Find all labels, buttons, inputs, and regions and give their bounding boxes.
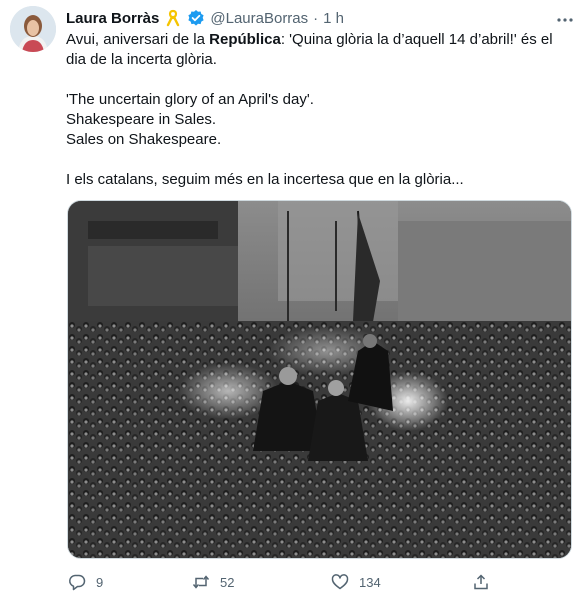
quote-line-2: Shakespeare in Sales. xyxy=(66,111,217,128)
retweet-icon xyxy=(192,575,210,589)
text-segment: Avui, aniversari de la xyxy=(66,31,210,48)
author-name[interactable]: Laura Borràs xyxy=(66,10,159,27)
tweet[interactable]: Laura Borràs @LauraBorras · 1 h Avui, an… xyxy=(0,0,587,602)
tweet-text: Avui, aniversari de la República: 'Quina… xyxy=(66,30,571,190)
reply-button[interactable]: 9 xyxy=(68,573,103,591)
tweet-actions: 9 52 134 xyxy=(66,570,571,594)
share-icon xyxy=(474,574,488,590)
like-icon xyxy=(331,574,349,590)
yellow-ribbon-icon xyxy=(164,9,182,27)
quote-line-3: Sales on Shakespeare. xyxy=(66,131,222,148)
separator-dot: · xyxy=(313,9,319,27)
like-count: 134 xyxy=(359,574,381,590)
avatar[interactable] xyxy=(10,6,56,52)
more-options-icon[interactable] xyxy=(555,10,575,30)
quote-line-1: 'The uncertain glory of an April's day'. xyxy=(66,91,314,108)
tweet-paragraph-1: Avui, aniversari de la República: 'Quina… xyxy=(66,30,571,70)
reply-icon xyxy=(69,574,86,591)
tweet-timestamp[interactable]: 1 h xyxy=(323,10,344,27)
tweet-header: Laura Borràs @LauraBorras · 1 h xyxy=(66,8,547,28)
retweet-button[interactable]: 52 xyxy=(192,573,234,591)
text-bold-segment: República xyxy=(209,31,281,48)
reply-count: 9 xyxy=(96,574,104,590)
author-handle[interactable]: @LauraBorras xyxy=(210,10,308,27)
like-button[interactable]: 134 xyxy=(331,573,381,591)
retweet-count: 52 xyxy=(220,574,235,590)
tweet-paragraph-closing: I els catalans, seguim més en la incerte… xyxy=(66,171,464,188)
share-button[interactable] xyxy=(472,573,490,591)
tweet-photo[interactable] xyxy=(67,200,572,559)
verified-badge-icon xyxy=(187,9,205,27)
